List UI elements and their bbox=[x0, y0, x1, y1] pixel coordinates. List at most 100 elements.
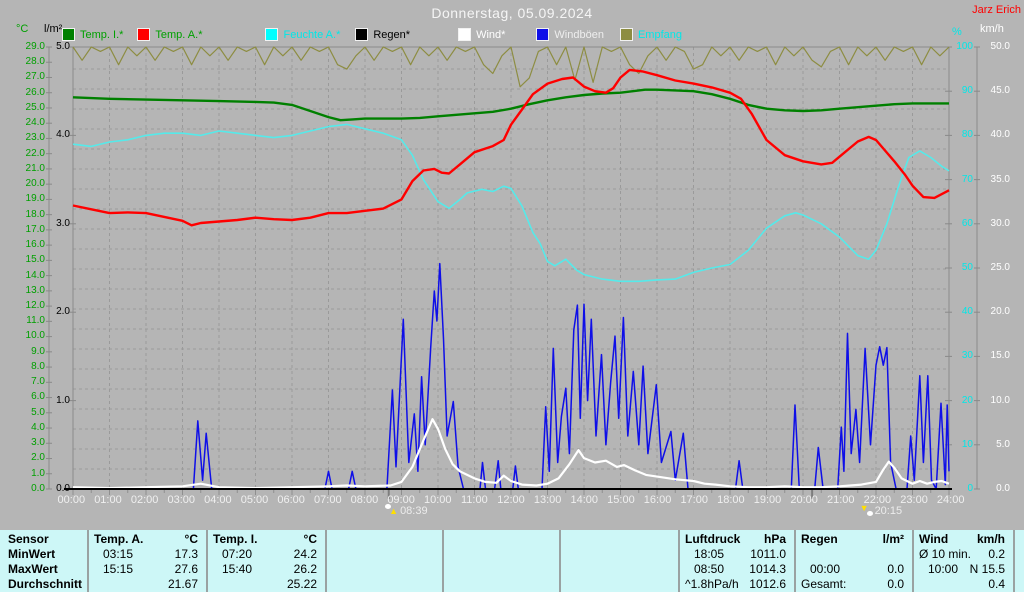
table-column-temp-i: Temp. I. °C 07:20 24.2 15:40 26.2 25.22 bbox=[206, 530, 325, 592]
humidity-axis-ticks: 100 90 80 70 60 50 40 30 20 10 0 bbox=[953, 41, 973, 494]
rain-axis-tick-label: 4.0 bbox=[56, 129, 70, 141]
table-cell-value: 0.2 bbox=[988, 546, 1005, 561]
moonset-icon: ▼ bbox=[860, 504, 874, 517]
table-row bbox=[561, 546, 678, 561]
table-row: 0.4 bbox=[914, 576, 1013, 591]
table-row-header-label: MinWert bbox=[8, 546, 56, 561]
humidity-axis-tick-label: 0 bbox=[967, 482, 973, 494]
table-row: 15:15 27.6 bbox=[89, 561, 206, 576]
series-line-temp-a bbox=[72, 68, 950, 227]
legend-swatch-windb-en bbox=[536, 28, 550, 41]
wind-axis-tick-label: 0.0 bbox=[996, 482, 1010, 494]
left-axis-unit-rain: l/m² bbox=[44, 23, 63, 35]
legend-label: Feuchte A.* bbox=[283, 28, 341, 41]
table-cell-label: Gesamt: bbox=[801, 576, 847, 591]
legend-label: Temp. I.* bbox=[80, 28, 124, 41]
weather-station-window: { "header": { "title": "Donnerstag, 05.0… bbox=[0, 0, 1024, 600]
legend-item-wind: Wind* bbox=[458, 28, 505, 41]
temp-axis-tick-label: 26.0 bbox=[25, 86, 45, 98]
table-row-header-label: Sensor bbox=[8, 531, 49, 546]
right-axis-unit-humidity: % bbox=[952, 26, 962, 38]
left-axis-unit-celsius: °C bbox=[16, 23, 29, 35]
temp-axis-tick-label: 4.0 bbox=[31, 421, 45, 433]
legend-item-windb-en: Windböen bbox=[536, 28, 604, 41]
table-column-unit: km/h bbox=[976, 531, 1005, 546]
table-column-unit: °C bbox=[303, 531, 317, 546]
rain-axis-tick-label: 2.0 bbox=[56, 306, 70, 318]
legend: Temp. I.* Temp. A.* Feuchte A.* Regen* Wind*… bbox=[62, 28, 682, 41]
right-axis-unit-wind: km/h bbox=[980, 23, 1004, 35]
table-cell-label: 08:50 bbox=[694, 561, 725, 576]
legend-label: Empfang bbox=[637, 28, 682, 41]
temp-axis-tick-label: 3.0 bbox=[31, 437, 45, 449]
table-column-header-row: Wind km/h bbox=[914, 531, 1013, 546]
table-row: 10:00 N 15.5 bbox=[914, 561, 1013, 576]
marker-time-label: 08:39 bbox=[400, 504, 428, 517]
temp-axis-tick-label: 14.0 bbox=[25, 269, 45, 281]
series-line-wind bbox=[72, 418, 950, 490]
table-column-unit: l/m² bbox=[882, 531, 904, 546]
table-row-header-column: Sensor MinWert MaxWert Durchschnitt bbox=[0, 530, 87, 592]
table-cell-label: 03:15 bbox=[103, 546, 134, 561]
temp-axis-tick-label: 13.0 bbox=[25, 284, 45, 296]
table-cell-value: N 15.5 bbox=[969, 561, 1005, 576]
table-column-unit: °C bbox=[184, 531, 198, 546]
humidity-axis-tick-label: 60 bbox=[961, 217, 973, 229]
table-row bbox=[796, 546, 912, 561]
wind-axis-tick-label: 10.0 bbox=[990, 394, 1010, 406]
time-axis-tick-label: 08:00 bbox=[350, 494, 379, 506]
marker-08-39: ▲ 08:39 bbox=[385, 504, 428, 517]
temp-axis-tick-label: 1.0 bbox=[31, 467, 45, 479]
legend-item-temp-a: Temp. A.* bbox=[137, 28, 202, 41]
time-axis-tick-label: 01:00 bbox=[94, 494, 122, 506]
table-row: 15:40 26.2 bbox=[208, 561, 325, 576]
table-row: 07:20 24.2 bbox=[208, 546, 325, 561]
wind-axis-tick-label: 40.0 bbox=[990, 129, 1010, 141]
table-column-unit: hPa bbox=[763, 531, 786, 546]
table-row: 03:15 17.3 bbox=[89, 546, 206, 561]
table-column-title: Luftdruck bbox=[685, 531, 741, 546]
temp-axis-tick-label: 8.0 bbox=[31, 360, 45, 372]
series-line-windb-en bbox=[73, 262, 950, 490]
temp-axis-tick-label: 21.0 bbox=[25, 162, 45, 174]
temp-axis-tick-label: 10.0 bbox=[25, 330, 45, 342]
wind-axis-tick-label: 50.0 bbox=[990, 41, 1010, 52]
page-title: Donnerstag, 05.09.2024 bbox=[431, 5, 593, 21]
table-row bbox=[561, 561, 678, 576]
legend-label: Regen* bbox=[373, 28, 411, 41]
wind-axis-tick-label: 25.0 bbox=[990, 261, 1010, 273]
marker-20-15: ▼ 20:15 bbox=[860, 504, 903, 517]
moonrise-icon: ▲ bbox=[385, 504, 399, 517]
table-column-header-row: Temp. A. °C bbox=[89, 531, 206, 546]
temp-axis-tick-label: 17.0 bbox=[25, 223, 45, 235]
table-cell-value: 1012.6 bbox=[749, 576, 786, 591]
wind-axis-tick-label: 30.0 bbox=[990, 217, 1010, 229]
table-row-header-label: MaxWert bbox=[8, 561, 58, 576]
table-row: Gesamt: 0.0 bbox=[796, 576, 912, 591]
table-cell-label: 18:05 bbox=[694, 546, 725, 561]
series-line-empfang bbox=[72, 46, 950, 88]
table-row-header: MinWert bbox=[0, 546, 87, 561]
time-axis-tick-label: 16:00 bbox=[643, 494, 672, 506]
legend-swatch-empfang bbox=[619, 28, 633, 41]
table-column-header-row: Temp. I. °C bbox=[208, 531, 325, 546]
temp-axis-tick-label: 0.0 bbox=[31, 482, 45, 494]
table-column-header-row bbox=[444, 531, 559, 546]
series-line-feuchte-a bbox=[72, 123, 950, 283]
temp-axis-tick-label: 28.0 bbox=[25, 56, 45, 68]
table-cell-value: 1011.0 bbox=[750, 546, 786, 561]
rain-axis-tick-label: 0.0 bbox=[56, 482, 70, 494]
table-cell-value: 26.2 bbox=[293, 561, 317, 576]
time-axis-tick-label: 05:00 bbox=[240, 494, 269, 506]
time-axis-tick-label: 02:00 bbox=[130, 494, 159, 506]
table-row bbox=[327, 576, 442, 591]
temp-axis-tick-label: 7.0 bbox=[31, 376, 45, 388]
temp-axis-tick-label: 2.0 bbox=[31, 452, 45, 464]
humidity-axis-tick-label: 70 bbox=[961, 173, 973, 185]
table-column-empty bbox=[559, 530, 678, 592]
table-cell-value: 0.0 bbox=[887, 576, 904, 591]
table-column-title: Temp. I. bbox=[213, 531, 258, 546]
table-column-header-row: Luftdruck hPa bbox=[680, 531, 794, 546]
time-axis-tick-label: 06:00 bbox=[277, 494, 305, 506]
table-column-header-row bbox=[327, 531, 442, 546]
